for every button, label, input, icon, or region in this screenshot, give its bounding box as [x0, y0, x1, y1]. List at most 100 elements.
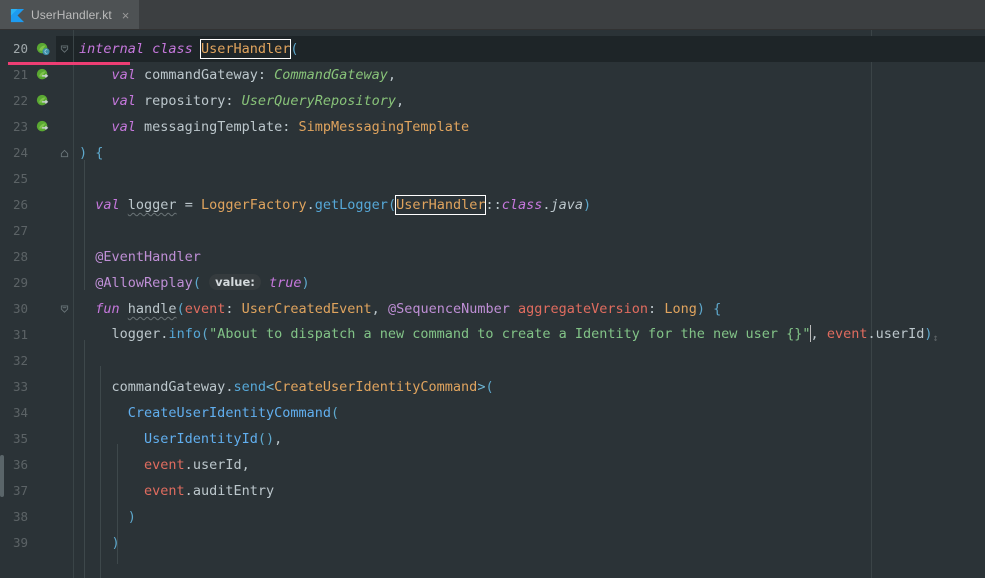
annotation-allowreplay: @AllowReplay	[95, 275, 193, 291]
line-number: 21	[12, 67, 28, 82]
fold-collapse-icon[interactable]	[56, 44, 73, 54]
indent-guide	[84, 340, 85, 578]
gutter-separator	[73, 30, 74, 578]
editor-tab-bar: UserHandler.kt ×	[0, 0, 985, 30]
modified-range-marker	[8, 62, 130, 65]
type-long: Long	[664, 301, 697, 317]
code-text: )	[111, 535, 120, 551]
method-send: send	[233, 379, 266, 395]
line-number: 30	[12, 301, 28, 316]
code-line[interactable]: 28 @EventHandler	[0, 244, 985, 270]
indent-guide	[100, 366, 101, 578]
type-usercreatedevent: UserCreatedEvent	[241, 301, 372, 317]
annotation-processinggroup: @ProcessingGroup	[112, 30, 242, 31]
code-line[interactable]: 30 fun handle(event: UserCreatedEvent, @…	[0, 296, 985, 322]
keyword-val: val	[111, 67, 136, 83]
code-line[interactable]: 32	[0, 348, 985, 374]
keyword-internal: internal	[79, 41, 145, 57]
code-text: val logger = LoggerFactory.getLogger(Use…	[95, 195, 592, 215]
line-number: 22	[12, 93, 28, 108]
code-line[interactable]: 35 UserIdentityId(),	[0, 426, 985, 452]
line-number: 36	[12, 457, 28, 472]
text-caret	[810, 324, 812, 342]
line-number: 23	[12, 119, 28, 134]
line-number: 29	[12, 275, 28, 290]
line-number: 31	[12, 327, 28, 342]
spring-autowired-icon[interactable]	[30, 120, 56, 134]
line-number: 20	[12, 41, 28, 56]
line-number: 33	[12, 379, 28, 394]
code-text: val commandGateway: CommandGateway,	[111, 67, 397, 83]
constructor-useridentityid: UserIdentityId	[144, 431, 258, 447]
code-line[interactable]: 24 ) {	[0, 140, 985, 166]
indent-guide	[117, 444, 118, 564]
line-number: 35	[12, 431, 28, 446]
code-line[interactable]: 33 commandGateway.send<CreateUserIdentit…	[0, 374, 985, 400]
code-line[interactable]: 27	[0, 218, 985, 244]
code-text: CreateUserIdentityCommand(	[127, 405, 340, 421]
fold-collapse-icon[interactable]	[56, 304, 73, 314]
code-lines: 19 @ProcessingGroup( value: "user" ) 20 …	[0, 30, 985, 556]
code-line[interactable]: 39 )	[0, 530, 985, 556]
spring-autowired-icon[interactable]	[30, 94, 56, 108]
variable-commandgateway: commandGateway	[111, 379, 226, 395]
vertical-scrollbar-thumb[interactable]	[0, 455, 4, 497]
code-text: val repository: UserQueryRepository,	[111, 93, 405, 109]
type-name: UserQueryRepository	[241, 93, 397, 109]
annotation-sequencenumber: @SequenceNumber	[387, 301, 510, 317]
string-literal: "user"	[318, 30, 367, 31]
variable-event: event	[826, 326, 868, 342]
code-line[interactable]: 26 val logger = LoggerFactory.getLogger(…	[0, 192, 985, 218]
code-line[interactable]: 34 CreateUserIdentityCommand(	[0, 400, 985, 426]
line-number: 39	[12, 535, 28, 550]
line-number: 32	[12, 353, 28, 368]
code-line[interactable]: 38 )	[0, 504, 985, 530]
keyword-val: val	[111, 93, 136, 109]
code-line[interactable]: 31 logger.info("About to dispatch a new …	[0, 322, 985, 348]
editor-tab-userhandler[interactable]: UserHandler.kt ×	[0, 0, 140, 30]
method-info: info	[168, 326, 201, 342]
code-line[interactable]: 21 val commandGateway: CommandGateway,	[0, 62, 985, 88]
close-icon[interactable]: ×	[120, 9, 132, 22]
keyword-class: class	[501, 197, 543, 213]
code-line[interactable]: 37 event.auditEntry	[0, 478, 985, 504]
code-line-current[interactable]: 20 C internal class UserHandler(	[0, 36, 985, 62]
property-logger: logger	[127, 197, 177, 213]
parameter-event: event	[184, 301, 226, 317]
spring-bean-class-icon[interactable]: C	[30, 42, 56, 56]
variable-event: event	[144, 483, 185, 499]
code-editor[interactable]: 19 @ProcessingGroup( value: "user" ) 20 …	[0, 30, 985, 578]
code-line[interactable]: 36 event.userId,	[0, 452, 985, 478]
inlay-hint-value[interactable]: value:	[209, 274, 261, 290]
line-number: 28	[12, 249, 28, 264]
class-ref-userhandler: UserHandler	[395, 195, 487, 215]
code-line[interactable]: 22 val repository: UserQueryRepository,	[0, 88, 985, 114]
code-text: event.auditEntry	[144, 483, 275, 499]
line-number: 25	[12, 171, 28, 186]
code-line[interactable]: 23 val messagingTemplate: SimpMessagingT…	[0, 114, 985, 140]
type-name: CommandGateway	[274, 67, 388, 83]
code-text: )	[127, 509, 136, 525]
editor-tab-label: UserHandler.kt	[31, 8, 112, 22]
variable-event: event	[144, 457, 185, 473]
code-text: internal class UserHandler(	[79, 39, 299, 59]
keyword-val: val	[111, 119, 136, 135]
property-auditentry: auditEntry	[192, 483, 275, 499]
property-name: commandGateway	[144, 67, 258, 83]
keyword-val: val	[95, 197, 120, 213]
variable-logger: logger	[111, 326, 161, 342]
annotation-eventhandler: @EventHandler	[95, 249, 201, 265]
line-number: 27	[12, 223, 28, 238]
fold-end-icon[interactable]	[56, 149, 73, 158]
class-name-userhandler: UserHandler	[199, 39, 292, 59]
property-userid: userId	[875, 326, 925, 342]
parameter-aggregateversion: aggregateVersion	[518, 301, 649, 317]
spring-autowired-icon[interactable]	[30, 68, 56, 82]
code-text: commandGateway.send<CreateUserIdentityCo…	[111, 379, 494, 395]
code-line[interactable]: 25	[0, 166, 985, 192]
line-number: 38	[12, 509, 28, 524]
property-name: repository	[144, 93, 226, 109]
method-getlogger: getLogger	[314, 197, 388, 213]
code-line[interactable]: 29 @AllowReplay( value: true)	[0, 270, 985, 296]
code-text: UserIdentityId(),	[144, 431, 283, 447]
